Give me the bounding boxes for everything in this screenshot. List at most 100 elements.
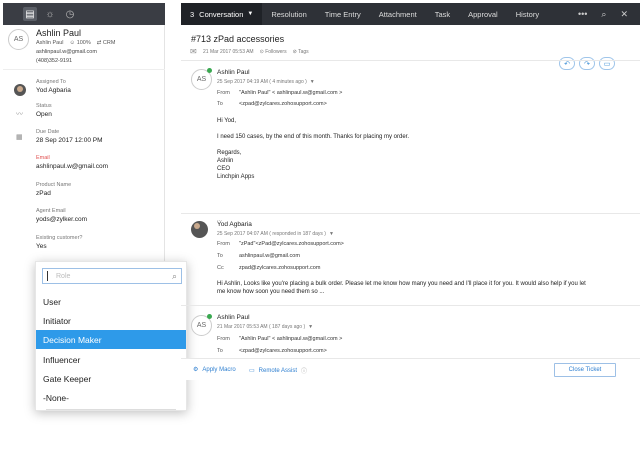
role-option-none[interactable]: -None- (36, 388, 186, 407)
history-icon[interactable]: ◷ (63, 7, 77, 21)
chevron-down-icon[interactable]: ▼ (329, 231, 334, 237)
to-value: <zpad@zylcares.zohosupport.com> (239, 348, 327, 354)
cc-value: zpad@zylcares.zohosupport.com (239, 265, 321, 271)
panel-gap (165, 3, 181, 25)
message-time-text: 25 Sep 2017 04:19 AM ( 4 minutes ago ) (217, 79, 307, 85)
ticket-meta: 21 Mar 2017 05:53 AM ⊙ Followers ⊘ Tags (203, 49, 309, 55)
toolbar-right: ••• ⌕ ✕ (578, 9, 640, 20)
info-icon: ⓘ (301, 369, 308, 375)
monitor-icon: ▭ (249, 368, 255, 374)
to-label: To (217, 101, 223, 107)
field-value: Open (36, 111, 52, 118)
happiness-icon: ☺ 100% (69, 40, 91, 46)
search-icon: ⌕ (171, 270, 177, 281)
sender-name-text: Ashlin Paul (217, 69, 250, 76)
message-time-text: 25 Sep 2017 04:07 AM ( responded in 187 … (217, 231, 326, 237)
customer-email[interactable]: ashlinpaul.w@gmail.com (36, 49, 97, 55)
role-option-gate-keeper[interactable]: Gate Keeper (36, 369, 186, 388)
body-line: CEO (217, 166, 231, 172)
body-line: Ashlin (217, 158, 234, 164)
cc-row: Cc zpad@zylcares.zohosupport.com (217, 265, 517, 273)
field-label: Email (36, 155, 50, 161)
field-value: Yes (36, 243, 47, 250)
apply-macro-label: Apply Macro (202, 366, 236, 373)
tab-resolution[interactable]: Resolution (262, 3, 315, 25)
apply-macro-button[interactable]: ⚙ Apply Macro (193, 366, 236, 374)
customer-short-name: Ashlin Paul (36, 40, 64, 46)
field-label: Due Date (36, 129, 60, 135)
chevron-down-icon[interactable]: ▼ (308, 324, 313, 330)
chevron-down-icon[interactable]: ▼ (310, 79, 315, 85)
role-dropdown: Role ⌕ User Initiator Decision Maker Inf… (35, 261, 187, 411)
top-bar: ▤ ☼ ◷ 3 Conversation ▼ Resolution Time E… (3, 3, 640, 25)
customer-phone[interactable]: (408)352-9191 (36, 58, 72, 64)
agent-avatar (191, 221, 208, 238)
ticket-actions-bar: ⚙ Apply Macro ▭ Remote Assist ⓘ Close Ti… (181, 358, 640, 380)
ticket-icon[interactable]: ▤ (23, 7, 37, 21)
sender-name-text: Yod Agbaria (217, 221, 252, 228)
message-time-text: 21 Mar 2017 05:53 AM ( 187 days ago ) (217, 324, 306, 330)
remote-assist-button[interactable]: ▭ Remote Assist ⓘ (249, 366, 308, 376)
online-status-icon (207, 68, 212, 73)
from-value: "Ashlin Paul" < ashlinpaul.w@gmail.com > (239, 336, 343, 342)
dropdown-scrollbar[interactable] (46, 409, 176, 410)
ticket-subject-text: zPad accessories (213, 34, 285, 44)
from-label: From (217, 90, 230, 96)
customer-name[interactable]: Ashlin Paul (36, 28, 81, 38)
field-existing-customer[interactable]: Existing customer? Yes (36, 235, 82, 250)
body-line: Linchpin Apps (217, 174, 255, 180)
role-option-influencer[interactable]: Influencer (36, 350, 186, 369)
field-product-name[interactable]: Product Name zPad (36, 182, 71, 197)
message-time: 25 Sep 2017 04:07 AM ( responded in 187 … (217, 231, 334, 237)
channel-icon: ✉ (190, 47, 197, 56)
close-icon[interactable]: ✕ (620, 9, 628, 20)
field-value: 28 Sep 2017 12:00 PM (36, 137, 103, 144)
body-line: Hi Yod, (217, 118, 237, 124)
field-agent-email[interactable]: Agent Email yods@zylker.com (36, 208, 87, 223)
field-label: Assigned To (36, 79, 66, 85)
field-assigned-to[interactable]: Assigned To Yod Agbaria (36, 79, 71, 94)
divider (181, 60, 640, 61)
remote-assist-label: Remote Assist (258, 367, 298, 374)
role-option-user[interactable]: User (36, 292, 186, 311)
from-row: From "Ashlin Paul" < ashlinpaul.w@gmail.… (217, 336, 517, 344)
role-search-input[interactable]: Role ⌕ (42, 268, 182, 284)
tab-task[interactable]: Task (426, 3, 459, 25)
field-label: Status (36, 103, 52, 109)
to-row: To ashlinpaul.w@gmail.com (217, 253, 517, 261)
to-value: <zpad@zylcares.zohosupport.com> (239, 101, 327, 107)
sender-name: Ashlin Paul (217, 69, 250, 76)
tab-label: Conversation (199, 9, 244, 19)
cc-label: Cc (217, 265, 224, 271)
to-label: To (217, 348, 223, 354)
body-line: I need 150 cases, by the end of this mon… (217, 134, 409, 140)
field-email[interactable]: Email ashlinpaul.w@gmail.com (36, 155, 108, 170)
field-due-date[interactable]: Due Date 28 Sep 2017 12:00 PM (36, 129, 103, 144)
field-value: ashlinpaul.w@gmail.com (36, 163, 108, 170)
from-row: From "Ashlin Paul" < ashlinpaul.w@gmail.… (217, 90, 517, 98)
body-line: Regards, (217, 150, 242, 156)
thread-message: AS Ashlin Paul 25 Sep 2017 04:19 AM ( 4 … (181, 67, 640, 227)
role-option-decision-maker[interactable]: Decision Maker (36, 330, 186, 349)
close-ticket-button[interactable]: Close Ticket (554, 363, 616, 377)
more-icon[interactable]: ••• (578, 9, 587, 20)
followers-link[interactable]: ⊙ Followers (260, 49, 287, 55)
calendar-icon: ▦ (16, 134, 23, 141)
agent-avatar (14, 84, 26, 96)
happiness-score: 100% (76, 40, 91, 46)
crm-icon[interactable]: ⇄ CRM (97, 40, 116, 46)
search-icon[interactable]: ⌕ (601, 9, 606, 20)
field-label: Agent Email (36, 208, 66, 214)
chevron-down-icon: ▼ (247, 11, 254, 17)
tab-history[interactable]: History (507, 3, 548, 25)
tags-link[interactable]: ⊘ Tags (293, 49, 309, 55)
tab-conversation[interactable]: 3 Conversation ▼ (181, 3, 263, 25)
message-body: Hi Ashlin, Looks like you're placing a b… (217, 280, 586, 296)
tab-attachment[interactable]: Attachment (370, 3, 426, 25)
macro-icon: ⚙ (193, 367, 199, 373)
bulb-icon[interactable]: ☼ (43, 7, 57, 21)
tab-time-entry[interactable]: Time Entry (316, 3, 370, 25)
tab-approval[interactable]: Approval (459, 3, 507, 25)
role-option-initiator[interactable]: Initiator (36, 311, 186, 330)
field-status[interactable]: Status Open (36, 103, 52, 118)
